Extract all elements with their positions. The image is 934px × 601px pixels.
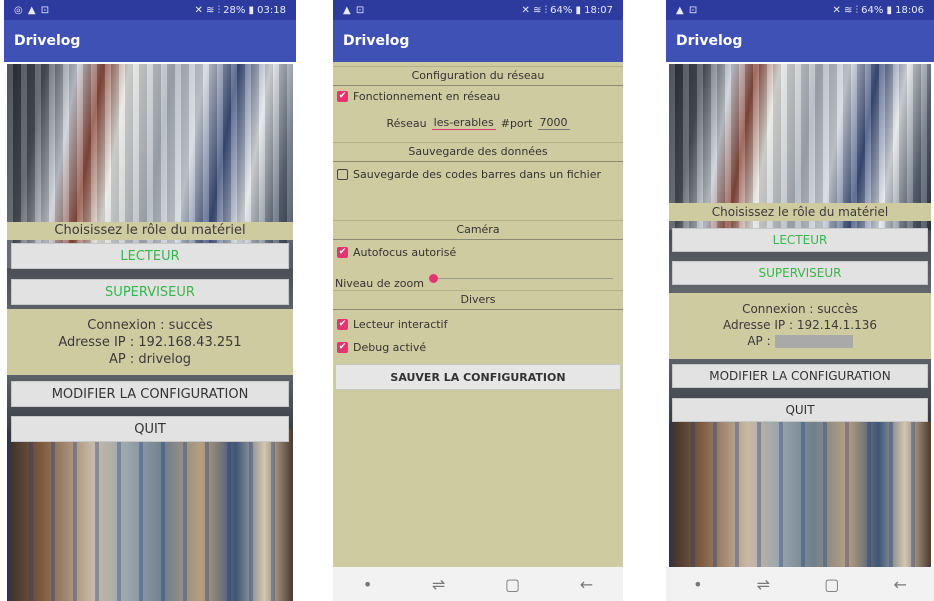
navigation-bar: • ⇌ ▢ ←: [666, 567, 934, 601]
app-title: Drivelog: [14, 33, 81, 49]
back-icon[interactable]: ←: [894, 575, 907, 594]
supervisor-button[interactable]: SUPERVISEUR: [672, 261, 928, 285]
home-icon[interactable]: ▢: [824, 575, 839, 594]
supervisor-button[interactable]: SUPERVISEUR: [11, 279, 289, 305]
status-bar: ▲ ⊡ ✕ ≋ ⫶ 64% ▮ 18:07: [333, 0, 623, 20]
status-bar: ▲ ⊡ ✕ ≋ ⫶ 64% ▮ 18:06: [666, 0, 934, 20]
status-right-text: 64% ▮ 18:07: [550, 4, 613, 16]
network-mode-option[interactable]: ✔ Fonctionnement en réseau: [337, 90, 500, 103]
status-right-text: 64% ▮ 18:06: [861, 4, 924, 16]
settings-panel: Configuration du réseau ✔ Fonctionnement…: [333, 62, 623, 567]
network-label: Réseau: [386, 116, 427, 130]
role-prompt: Choisissez le rôle du matériel: [669, 203, 931, 221]
zoom-label: Niveau de zoom: [335, 277, 424, 290]
ip-address: Adresse IP : 192.168.43.251: [58, 335, 242, 350]
section-misc-title: Divers: [333, 290, 623, 310]
back-icon[interactable]: ←: [580, 575, 593, 594]
section-backup-title: Sauvegarde des données: [333, 142, 623, 162]
connection-status: Connexion : succès: [742, 302, 858, 316]
autofocus-checkbox[interactable]: ✔: [337, 247, 348, 258]
port-label: #port: [500, 116, 533, 130]
debug-checkbox[interactable]: ✔: [337, 342, 348, 353]
access-point: AP : drivelog: [108, 352, 192, 367]
status-left-icons: ▲ ⊡: [676, 4, 699, 16]
dot-icon: •: [362, 574, 373, 594]
port-input[interactable]: 7000: [537, 116, 570, 130]
app-bar: Drivelog: [333, 20, 623, 62]
modify-configuration-button[interactable]: MODIFIER LA CONFIGURATION: [672, 364, 928, 388]
autofocus-option[interactable]: ✔ Autofocus autorisé: [337, 246, 456, 259]
app-title: Drivelog: [676, 33, 743, 49]
redacted-ap-name: [774, 334, 853, 348]
signal-icon: ✕ ≋ ⫶: [194, 4, 221, 16]
save-barcodes-checkbox[interactable]: [337, 169, 348, 180]
debug-option[interactable]: ✔ Debug activé: [337, 341, 426, 354]
phone-screen-main: ◎ ▲ ⊡ ✕ ≋ ⫶ 28% ▮ 03:18 Drivelog Choisis…: [4, 0, 296, 601]
quit-button[interactable]: QUIT: [11, 416, 289, 442]
connection-info: Connexion : succès Adresse IP : 192.168.…: [7, 309, 293, 375]
status-bar: ◎ ▲ ⊡ ✕ ≋ ⫶ 28% ▮ 03:18: [4, 0, 296, 20]
connection-status: Connexion : succès: [87, 318, 213, 333]
status-left-icons: ▲ ⊡: [343, 4, 366, 16]
recent-apps-icon[interactable]: ⇌: [757, 575, 770, 594]
reader-button[interactable]: LECTEUR: [11, 243, 289, 269]
interactive-reader-checkbox[interactable]: ✔: [337, 319, 348, 330]
app-title: Drivelog: [343, 33, 410, 49]
app-bar: Drivelog: [4, 20, 296, 62]
zoom-slider-thumb[interactable]: [428, 273, 438, 283]
navigation-bar: • ⇌ ▢ ←: [333, 567, 623, 601]
app-bar: Drivelog: [666, 20, 934, 62]
signal-icon: ✕ ≋ ⫶: [521, 4, 548, 16]
section-camera-title: Caméra: [333, 220, 623, 240]
reader-button[interactable]: LECTEUR: [672, 228, 928, 252]
zoom-row: Niveau de zoom: [335, 267, 613, 290]
phone-screen-main-2: ▲ ⊡ ✕ ≋ ⫶ 64% ▮ 18:06 Drivelog Choisisse…: [666, 0, 934, 601]
zoom-slider-track: [428, 277, 613, 279]
signal-icon: ✕ ≋ ⫶: [832, 4, 859, 16]
status-right-text: 28% ▮ 03:18: [223, 4, 286, 16]
zoom-slider[interactable]: [428, 273, 613, 285]
recent-apps-icon[interactable]: ⇌: [432, 575, 445, 594]
home-icon[interactable]: ▢: [505, 575, 520, 594]
quit-button[interactable]: QUIT: [672, 398, 928, 422]
save-configuration-button[interactable]: SAUVER LA CONFIGURATION: [335, 364, 621, 390]
role-prompt: Choisissez le rôle du matériel: [7, 222, 293, 240]
network-name-input[interactable]: les-erables: [431, 116, 496, 130]
status-left-icons: ◎ ▲ ⊡: [14, 4, 51, 16]
network-settings-row: Réseau les-erables #port 7000: [333, 116, 623, 130]
access-point: AP :: [747, 334, 771, 348]
phone-screen-settings: ▲ ⊡ ✕ ≋ ⫶ 64% ▮ 18:07 Drivelog Configura…: [333, 0, 623, 601]
dot-icon: •: [693, 574, 703, 594]
interactive-reader-option[interactable]: ✔ Lecteur interactif: [337, 318, 447, 331]
ip-address: Adresse IP : 192.14.1.136: [723, 318, 877, 332]
connection-info: Connexion : succès Adresse IP : 192.14.1…: [669, 293, 931, 359]
modify-configuration-button[interactable]: MODIFIER LA CONFIGURATION: [11, 381, 289, 407]
save-barcodes-option[interactable]: Sauvegarde des codes barres dans un fich…: [337, 168, 601, 181]
network-mode-checkbox[interactable]: ✔: [337, 91, 348, 102]
section-network-title: Configuration du réseau: [333, 66, 623, 86]
